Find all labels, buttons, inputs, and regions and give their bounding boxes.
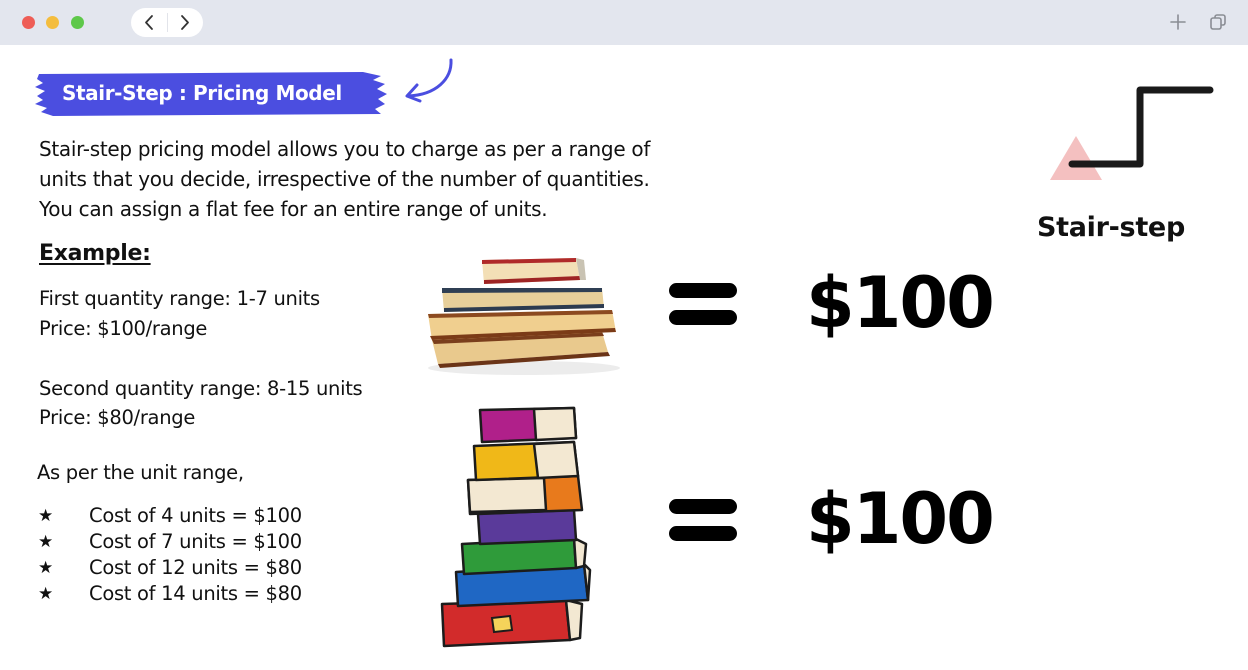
second-price-text: Price: $80/range [39, 406, 196, 429]
star-icon: ★ [38, 558, 53, 578]
tab-overview-button[interactable] [1209, 13, 1227, 31]
navigation-buttons [131, 8, 203, 37]
maximize-window-button[interactable] [71, 16, 84, 29]
list-item-text: Cost of 12 units = $80 [89, 556, 302, 579]
description-line: Stair-step pricing model allows you to c… [39, 137, 651, 161]
equals-sign-icon [669, 281, 737, 327]
stair-step-label: Stair-step [1037, 212, 1185, 243]
star-icon: ★ [38, 506, 53, 526]
list-item-text: Cost of 7 units = $100 [89, 530, 302, 553]
minimize-window-button[interactable] [46, 16, 59, 29]
tall-book-stack-image [440, 406, 592, 648]
small-book-stack-image [428, 258, 620, 375]
equals-bar [669, 526, 737, 541]
forward-button[interactable] [167, 8, 203, 37]
price-value: $100 [806, 262, 995, 344]
first-price-text: Price: $100/range [39, 317, 208, 340]
chevron-right-icon [181, 15, 189, 30]
description: Stair-step pricing model allows you to c… [39, 134, 739, 224]
star-icon: ★ [38, 532, 53, 552]
example-heading: Example: [39, 241, 151, 266]
description-line: units that you decide, irrespective of t… [39, 167, 650, 191]
slide-title: Stair-Step : Pricing Model [62, 81, 342, 105]
new-tab-button[interactable] [1169, 13, 1187, 31]
list-item-text: Cost of 4 units = $100 [89, 504, 302, 527]
equals-bar [669, 310, 737, 325]
equals-bar [669, 499, 737, 514]
stair-step-icon [1050, 86, 1214, 180]
list-item-text: Cost of 14 units = $80 [89, 582, 302, 605]
price-value: $100 [806, 478, 995, 560]
curved-arrow-icon [405, 58, 453, 103]
description-line: You can assign a flat fee for an entire … [39, 197, 548, 221]
back-button[interactable] [131, 8, 167, 37]
browser-toolbar [0, 0, 1248, 45]
copy-icon [1210, 14, 1226, 30]
equals-bar [669, 283, 737, 298]
equals-sign-icon [669, 497, 737, 543]
close-window-button[interactable] [22, 16, 35, 29]
as-per-text: As per the unit range, [37, 461, 244, 484]
plus-icon [1170, 14, 1186, 30]
second-range-text: Second quantity range: 8-15 units [39, 377, 363, 400]
first-range-text: First quantity range: 1-7 units [39, 287, 320, 310]
chevron-left-icon [145, 15, 153, 30]
star-icon: ★ [38, 584, 53, 604]
